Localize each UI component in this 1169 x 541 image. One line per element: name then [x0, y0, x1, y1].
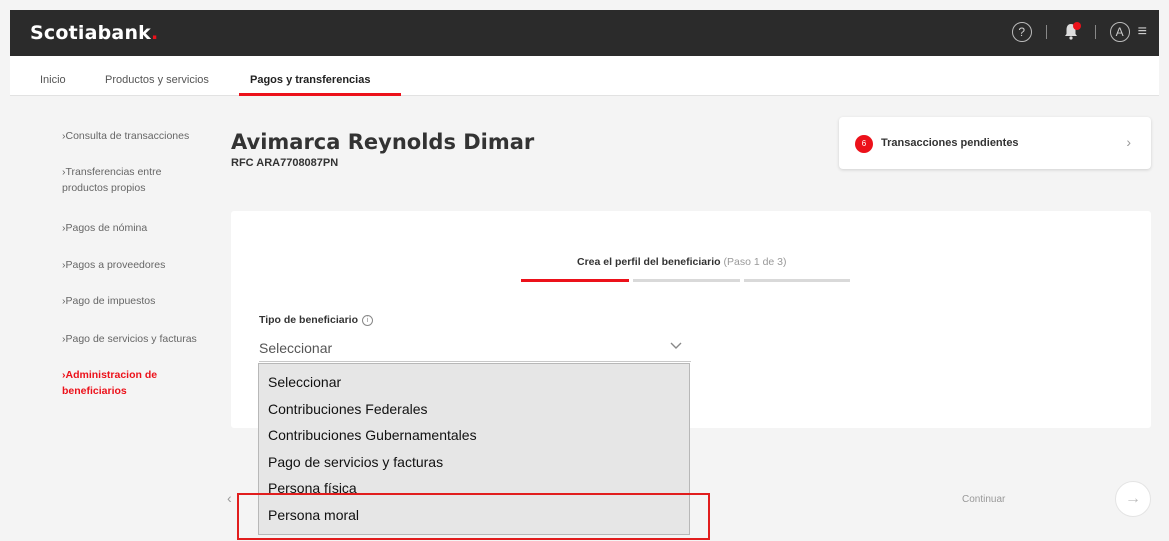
sidebar-item-impuestos[interactable]: ›Pago de impuestos: [62, 293, 155, 309]
sidebar-item-label: Transferencias entre: [65, 166, 162, 178]
app-frame: Scotiabank. ? A ≡ Inicio Productos y ser…: [0, 0, 1169, 541]
sidebar-item-nomina[interactable]: ›Pagos de nómina: [62, 220, 147, 236]
nav-item-inicio[interactable]: Inicio: [40, 74, 66, 86]
step-info: (Paso 1 de 3): [723, 256, 787, 268]
user-profile-icon[interactable]: A: [1109, 22, 1130, 42]
dropdown-option[interactable]: Seleccionar: [268, 374, 341, 390]
dropdown-option[interactable]: Pago de servicios y facturas: [268, 454, 443, 470]
header-separator: [1045, 25, 1047, 39]
progress-step-2: [633, 279, 740, 282]
nav-item-pagos[interactable]: Pagos y transferencias: [250, 74, 370, 86]
main-nav: Inicio Productos y servicios Pagos y tra…: [10, 56, 1159, 96]
chevron-down-icon: [669, 338, 683, 353]
back-arrow-icon[interactable]: ‹: [227, 490, 232, 506]
sidebar-item-consulta[interactable]: ›Consulta de transacciones: [62, 128, 189, 144]
tipo-beneficiario-select[interactable]: Seleccionar: [259, 336, 691, 362]
dropdown-option[interactable]: Contribuciones Gubernamentales: [268, 427, 477, 443]
notification-bell-icon[interactable]: [1061, 22, 1081, 42]
profile-name: Avimarca Reynolds Dimar: [231, 130, 535, 154]
progress-step-1: [521, 279, 629, 282]
sidebar-item-label: beneficiarios: [62, 385, 127, 397]
step-title: Crea el perfil del beneficiario: [577, 256, 721, 268]
sidebar-item-beneficiarios[interactable]: ›Administracion de beneficiarios: [62, 367, 157, 399]
select-value: Seleccionar: [259, 340, 333, 356]
sidebar-item-label: Pago de impuestos: [65, 295, 156, 307]
step-indicator: Crea el perfil del beneficiario (Paso 1 …: [577, 256, 787, 268]
sidebar-item-label: Administracion de: [65, 369, 158, 381]
sidebar-item-servicios[interactable]: ›Pago de servicios y facturas: [62, 331, 197, 347]
dropdown-option[interactable]: Contribuciones Federales: [268, 401, 428, 417]
notification-dot: [1072, 22, 1081, 30]
pending-transactions-card[interactable]: 6 Transacciones pendientes ›: [839, 117, 1151, 169]
sidebar-item-label: Pago de servicios y facturas: [65, 333, 197, 345]
continue-button[interactable]: →: [1115, 481, 1151, 517]
header-icons: ? A ≡: [1011, 22, 1147, 42]
field-label-tipo: Tipo de beneficiario i: [259, 314, 373, 326]
sidebar-item-proveedores[interactable]: ›Pagos a proveedores: [62, 257, 165, 273]
nav-active-underline: [239, 93, 401, 96]
brand-name: Scotiabank: [30, 22, 152, 44]
sidebar-item-label: productos propios: [62, 182, 146, 194]
sidebar-item-transferencias[interactable]: ›Transferencias entre productos propios: [62, 164, 161, 196]
continue-label[interactable]: Continuar: [962, 494, 1005, 505]
nav-item-productos[interactable]: Productos y servicios: [105, 74, 209, 86]
sidebar-item-label: Pagos de nómina: [65, 222, 148, 234]
pending-count-badge: 6: [855, 135, 873, 153]
help-icon[interactable]: ?: [1011, 22, 1032, 42]
field-label-text: Tipo de beneficiario: [259, 314, 358, 326]
profile-rfc: RFC ARA7708087PN: [231, 157, 339, 169]
chevron-down-glyph: [670, 342, 682, 349]
pending-label: Transacciones pendientes: [881, 137, 1019, 149]
progress-step-3: [744, 279, 850, 282]
sidebar-item-label: Pagos a proveedores: [65, 259, 166, 271]
chevron-right-icon: ›: [1126, 134, 1131, 150]
highlight-box: [237, 493, 710, 540]
sidebar-item-label: Consulta de transacciones: [65, 130, 190, 142]
menu-icon[interactable]: ≡: [1138, 22, 1147, 42]
top-header-bar: Scotiabank. ? A ≡: [10, 10, 1159, 56]
brand-dot: .: [151, 22, 159, 44]
info-icon[interactable]: i: [362, 314, 373, 326]
brand-logo[interactable]: Scotiabank.: [30, 22, 158, 44]
header-separator: [1094, 25, 1096, 39]
